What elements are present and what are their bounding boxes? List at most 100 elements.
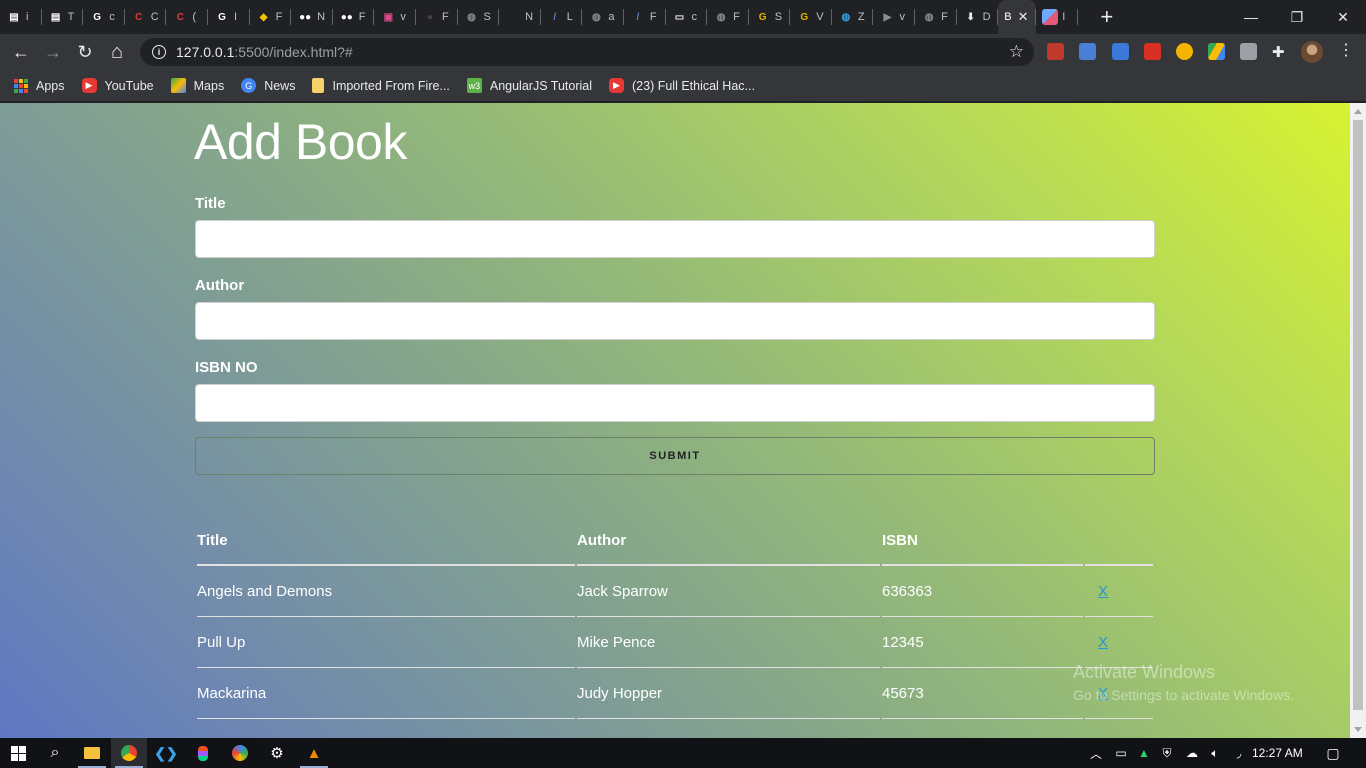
- browser-tab[interactable]: ▭ c: [666, 0, 708, 34]
- browser-tab[interactable]: / L: [541, 0, 583, 34]
- back-button[interactable]: ←: [8, 39, 34, 65]
- site-info-icon[interactable]: i: [152, 45, 166, 59]
- browser-tab[interactable]: ▤ i: [0, 0, 42, 34]
- browser-tab[interactable]: GI: [208, 0, 250, 34]
- maximize-button[interactable]: ❐: [1274, 0, 1320, 34]
- isbn-input[interactable]: [195, 384, 1155, 422]
- browser-tab[interactable]: N: [499, 0, 541, 34]
- extension-book-icon[interactable]: [1047, 43, 1064, 60]
- scroll-thumb[interactable]: [1353, 120, 1363, 710]
- table-row: Angels and Demons Jack Sparrow 636363 X: [197, 566, 1153, 617]
- extension-translate-icon[interactable]: [1079, 43, 1096, 60]
- browser-tab[interactable]: ▶ v: [873, 0, 915, 34]
- bookmark-imported-folder[interactable]: Imported From Fire...: [312, 78, 450, 93]
- bookmark-youtube[interactable]: ▶ YouTube: [81, 78, 154, 93]
- chrome-menu-icon[interactable]: ⋮: [1336, 40, 1356, 60]
- onedrive-cloud-icon[interactable]: ☁: [1182, 738, 1202, 768]
- home-button[interactable]: ⌂: [104, 39, 130, 65]
- browser-tab[interactable]: ●● F: [333, 0, 375, 34]
- tab-favicon: ◍: [467, 11, 476, 23]
- browser-tab[interactable]: GV: [790, 0, 832, 34]
- browser-tab[interactable]: ◍ F: [915, 0, 957, 34]
- browser-tab[interactable]: ◍ a: [582, 0, 624, 34]
- browser-tab[interactable]: / F: [624, 0, 666, 34]
- author-label: Author: [195, 277, 245, 294]
- title-input[interactable]: [195, 220, 1155, 258]
- browser-tab[interactable]: Gc: [83, 0, 125, 34]
- figma-icon[interactable]: [185, 738, 221, 768]
- tab-favicon: G: [218, 11, 226, 23]
- extension-docs-icon[interactable]: [1112, 43, 1129, 60]
- delete-cell: X: [1085, 617, 1153, 668]
- extension-pdf-icon[interactable]: [1144, 43, 1161, 60]
- minimize-button[interactable]: —: [1228, 0, 1274, 34]
- scroll-down-arrow-icon[interactable]: [1354, 727, 1362, 732]
- extension-clock-icon[interactable]: [1176, 43, 1193, 60]
- youtube-icon: ▶: [81, 78, 97, 93]
- vlc-icon[interactable]: ▲: [296, 738, 332, 768]
- browser-tab[interactable]: ●● N: [291, 0, 333, 34]
- bookmark-star-icon[interactable]: ☆: [1009, 42, 1024, 62]
- chrome-taskbar-icon[interactable]: [111, 738, 147, 768]
- delete-book-link[interactable]: X: [1085, 583, 1108, 600]
- extensions-puzzle-icon[interactable]: ✚: [1272, 43, 1289, 61]
- author-input[interactable]: [195, 302, 1155, 340]
- url-text[interactable]: 127.0.0.1:5500/index.html?#: [176, 44, 353, 60]
- bookmark-label: News: [264, 78, 296, 93]
- search-icon[interactable]: ⌕: [37, 738, 73, 768]
- browser-tab[interactable]: ◍ S: [458, 0, 500, 34]
- tray-overflow-chevron-icon[interactable]: ︿: [1088, 738, 1104, 768]
- network-tray-icon[interactable]: ▲: [1136, 738, 1152, 768]
- taskbar-clock[interactable]: 12:27 AM: [1252, 738, 1303, 768]
- browser-tab[interactable]: ◆ F: [250, 0, 292, 34]
- tab-initial: F: [733, 11, 740, 23]
- tab-active[interactable]: B ✕: [998, 0, 1037, 34]
- tab-initial: F: [941, 11, 948, 23]
- browser-tab[interactable]: ◍ F: [707, 0, 749, 34]
- submit-button[interactable]: SUBMIT: [195, 437, 1155, 475]
- google-drive-icon[interactable]: [1208, 43, 1225, 60]
- wifi-icon[interactable]: ◞: [1230, 738, 1248, 768]
- tab-favicon: ▤: [50, 11, 61, 23]
- tab-favicon: ◆: [259, 11, 268, 23]
- close-tab-icon[interactable]: ✕: [1018, 9, 1029, 25]
- extension-copy-icon[interactable]: [1240, 43, 1257, 60]
- tab-initial: v: [400, 11, 406, 23]
- delete-book-link[interactable]: X: [1085, 634, 1108, 651]
- windows-start-icon[interactable]: [0, 738, 36, 768]
- battery-icon[interactable]: ▭: [1112, 738, 1130, 768]
- new-tab-button[interactable]: +: [1092, 0, 1122, 34]
- browser-tab[interactable]: ▣ v: [374, 0, 416, 34]
- browser-tab[interactable]: ⬇ D: [957, 0, 999, 34]
- browser-tab[interactable]: CC: [125, 0, 167, 34]
- security-shield-icon[interactable]: ⛨: [1158, 738, 1176, 768]
- notifications-icon[interactable]: ▢: [1322, 738, 1344, 768]
- browser-tab[interactable]: C(: [166, 0, 208, 34]
- bookmark-apps[interactable]: Apps: [14, 78, 65, 93]
- bookmark-news[interactable]: G News: [241, 78, 295, 93]
- bookmark-ethical-hacking[interactable]: ▶ (23) Full Ethical Hac...: [609, 78, 755, 93]
- bookmark-maps[interactable]: Maps: [170, 78, 224, 93]
- browser-tab[interactable]: ● F: [416, 0, 458, 34]
- page-scrollbar[interactable]: [1350, 103, 1366, 738]
- forward-button[interactable]: →: [40, 39, 66, 65]
- file-explorer-icon[interactable]: [74, 738, 110, 768]
- browser-tab[interactable]: ◍ Z: [832, 0, 874, 34]
- profile-avatar[interactable]: [1301, 41, 1323, 63]
- address-bar[interactable]: i 127.0.0.1:5500/index.html?# ☆: [140, 38, 1034, 66]
- bookmark-angularjs[interactable]: w3 AngularJS Tutorial: [466, 78, 592, 93]
- volume-icon[interactable]: 🔈︎: [1206, 738, 1224, 768]
- browser-tab[interactable]: ▤ T: [42, 0, 84, 34]
- reload-button[interactable]: ↻: [72, 39, 98, 65]
- browser-tab[interactable]: GS: [749, 0, 791, 34]
- tab-favicon: ⬇: [966, 11, 975, 23]
- tab-last[interactable]: I: [1036, 0, 1078, 34]
- close-window-button[interactable]: ✕: [1320, 0, 1366, 34]
- bookmark-label: (23) Full Ethical Hac...: [632, 78, 755, 93]
- url-host: 127.0.0.1: [176, 44, 235, 60]
- vscode-icon[interactable]: ❮❯: [148, 738, 184, 768]
- scroll-up-arrow-icon[interactable]: [1354, 109, 1362, 114]
- settings-gear-icon[interactable]: ⚙: [259, 738, 295, 768]
- book-title-cell: Mackarina: [197, 668, 575, 719]
- app-globe-icon[interactable]: [222, 738, 258, 768]
